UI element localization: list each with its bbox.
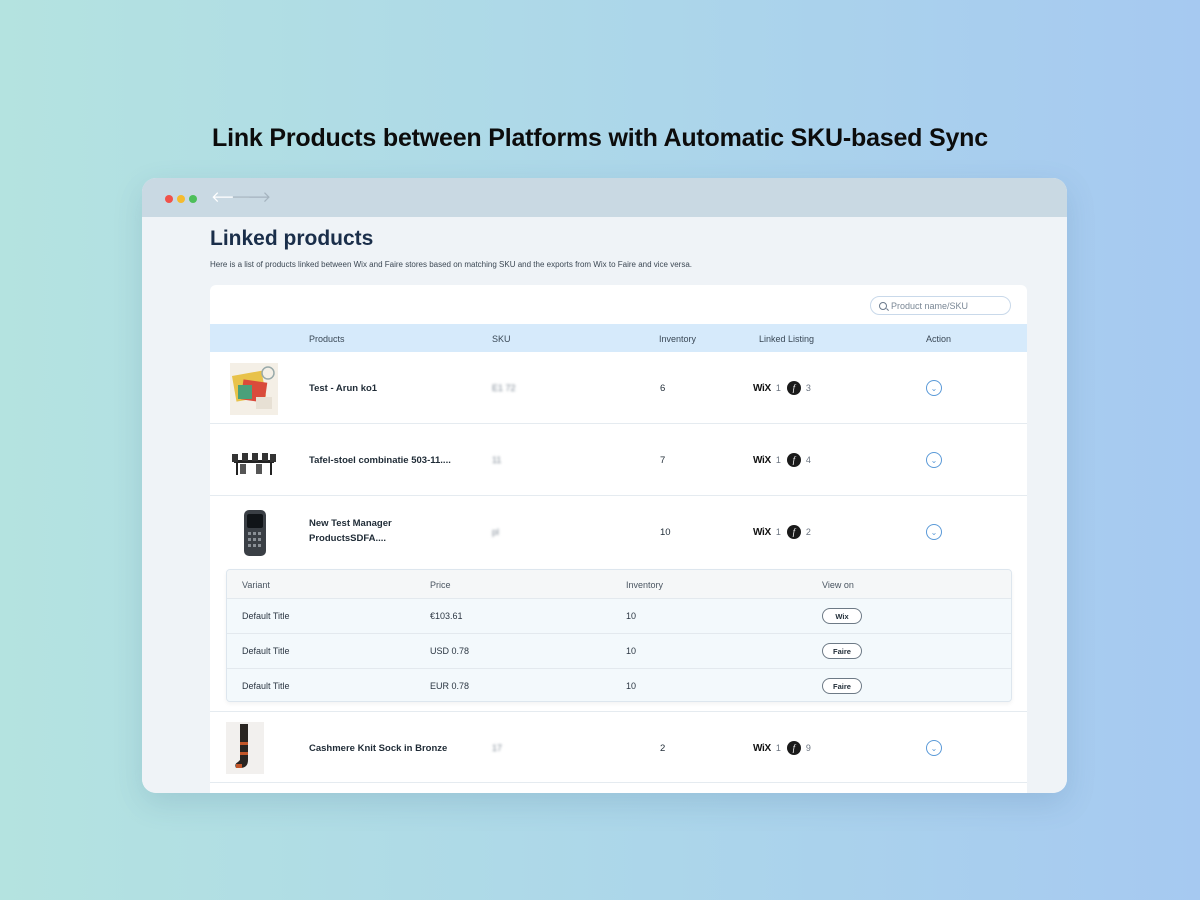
variants-header: Variant Price Inventory View on (227, 570, 1011, 599)
product-sku: pl (492, 527, 500, 537)
variant-row: Default Title USD 0.78 10 Faire (227, 634, 1011, 669)
view-on-wix-button[interactable]: Wix (822, 608, 862, 624)
table-row[interactable]: Tafel-stoel combinatie 503-11.... 11 7 W… (210, 424, 1027, 496)
view-on-faire-button[interactable]: Faire (822, 643, 862, 659)
faire-count: 3 (805, 383, 811, 393)
product-name[interactable]: Cashmere Knit Sock in Bronze (309, 741, 447, 756)
chevron-down-icon[interactable]: ⌄ (926, 452, 942, 468)
linked-listing: WiX 1 f 9 (753, 741, 811, 755)
wix-count: 1 (775, 383, 781, 393)
view-on-faire-button[interactable]: Faire (822, 678, 862, 694)
product-sku: E1 72 (492, 383, 516, 393)
faire-count: 9 (805, 743, 811, 753)
product-name[interactable]: New Test Manager ProductsSDFA.... (309, 516, 429, 546)
product-inventory: 6 (660, 383, 666, 394)
variant-inventory: 10 (626, 611, 637, 621)
chevron-down-icon[interactable]: ⌄ (926, 740, 942, 756)
variant-title: Default Title (242, 646, 290, 656)
linked-listing: WiX 1 f 4 (753, 453, 811, 467)
faire-count: 4 (805, 455, 811, 465)
product-inventory: 10 (660, 527, 671, 538)
chevron-down-icon[interactable]: ⌄ (926, 380, 942, 396)
column-header-sku[interactable]: SKU (492, 334, 511, 344)
minimize-dot-icon[interactable] (177, 195, 185, 203)
page-content: Linked products Here is a list of produc… (142, 217, 1067, 793)
product-thumbnail[interactable] (230, 434, 278, 486)
page-description: Here is a list of products linked betwee… (210, 260, 692, 269)
price-column-header: Price (430, 580, 451, 590)
search-input[interactable] (891, 300, 1001, 311)
product-inventory: 7 (660, 455, 666, 466)
variant-row: Default Title €103.61 10 Wix (227, 599, 1011, 634)
column-header-action: Action (926, 334, 952, 344)
maximize-dot-icon[interactable] (189, 195, 197, 203)
product-thumbnail[interactable] (230, 508, 278, 560)
variant-title: Default Title (242, 681, 290, 691)
search-box[interactable] (870, 296, 1011, 315)
faire-icon: f (786, 525, 801, 539)
product-thumbnail[interactable] (226, 722, 264, 774)
faire-icon: f (786, 741, 801, 755)
column-header-products[interactable]: Products (309, 334, 345, 344)
column-header-linked-listing[interactable]: Linked Listing (759, 334, 814, 344)
wix-count: 1 (775, 455, 781, 465)
wix-count: 1 (775, 527, 781, 537)
variant-price: €103.61 (430, 611, 463, 621)
browser-titlebar: 🡐 🡒 (142, 178, 1067, 217)
table-header: Products SKU Inventory Linked Listing Ac… (210, 324, 1027, 352)
linked-products-card: Products SKU Inventory Linked Listing Ac… (210, 285, 1027, 793)
wix-logo-icon: WiX (753, 382, 771, 394)
variant-title: Default Title (242, 611, 290, 621)
product-sku: 17 (492, 743, 503, 753)
linked-listing: WiX 1 f 2 (753, 525, 811, 539)
variant-inventory: 10 (626, 646, 637, 656)
table-row[interactable]: New Test Manager ProductsSDFA.... pl 10 … (210, 496, 1027, 568)
forward-arrow-icon[interactable]: 🡒 (231, 190, 271, 206)
table-row[interactable]: Test - Arun ko1 E1 72 6 WiX 1 f 3 ⌄ (210, 352, 1027, 424)
product-sku: 11 (492, 455, 502, 465)
variant-price: EUR 0.78 (430, 681, 470, 691)
view-on-column-header: View on (822, 580, 854, 590)
variant-inventory: 10 (626, 681, 637, 691)
product-name[interactable]: Tafel-stoel combinatie 503-11.... (309, 453, 451, 468)
faire-icon: f (786, 453, 801, 467)
page-title: Linked products (210, 227, 374, 250)
wix-logo-icon: WiX (753, 526, 771, 538)
faire-icon: f (786, 381, 801, 395)
chevron-down-icon[interactable]: ⌄ (926, 524, 942, 540)
search-icon (879, 301, 887, 310)
headline: Link Products between Platforms with Aut… (212, 124, 988, 152)
linked-listing: WiX 1 f 3 (753, 381, 811, 395)
product-inventory: 2 (660, 743, 666, 754)
product-name[interactable]: Test - Arun ko1 (309, 381, 377, 396)
inventory-column-header: Inventory (626, 580, 664, 590)
wix-count: 1 (775, 743, 781, 753)
variant-column-header: Variant (242, 580, 270, 590)
variant-row: Default Title EUR 0.78 10 Faire (227, 669, 1011, 701)
close-dot-icon[interactable] (165, 195, 173, 203)
browser-window: 🡐 🡒 Linked products Here is a list of pr… (142, 178, 1067, 793)
table-row[interactable]: Cashmere Knit Sock in Bronze 17 2 WiX 1 … (210, 711, 1027, 783)
wix-logo-icon: WiX (753, 454, 771, 466)
wix-logo-icon: WiX (753, 742, 771, 754)
column-header-inventory[interactable]: Inventory (659, 334, 696, 344)
variants-panel: Variant Price Inventory View on Default … (226, 569, 1012, 702)
variant-price: USD 0.78 (430, 646, 470, 656)
faire-count: 2 (805, 527, 811, 537)
product-thumbnail[interactable] (230, 363, 278, 415)
